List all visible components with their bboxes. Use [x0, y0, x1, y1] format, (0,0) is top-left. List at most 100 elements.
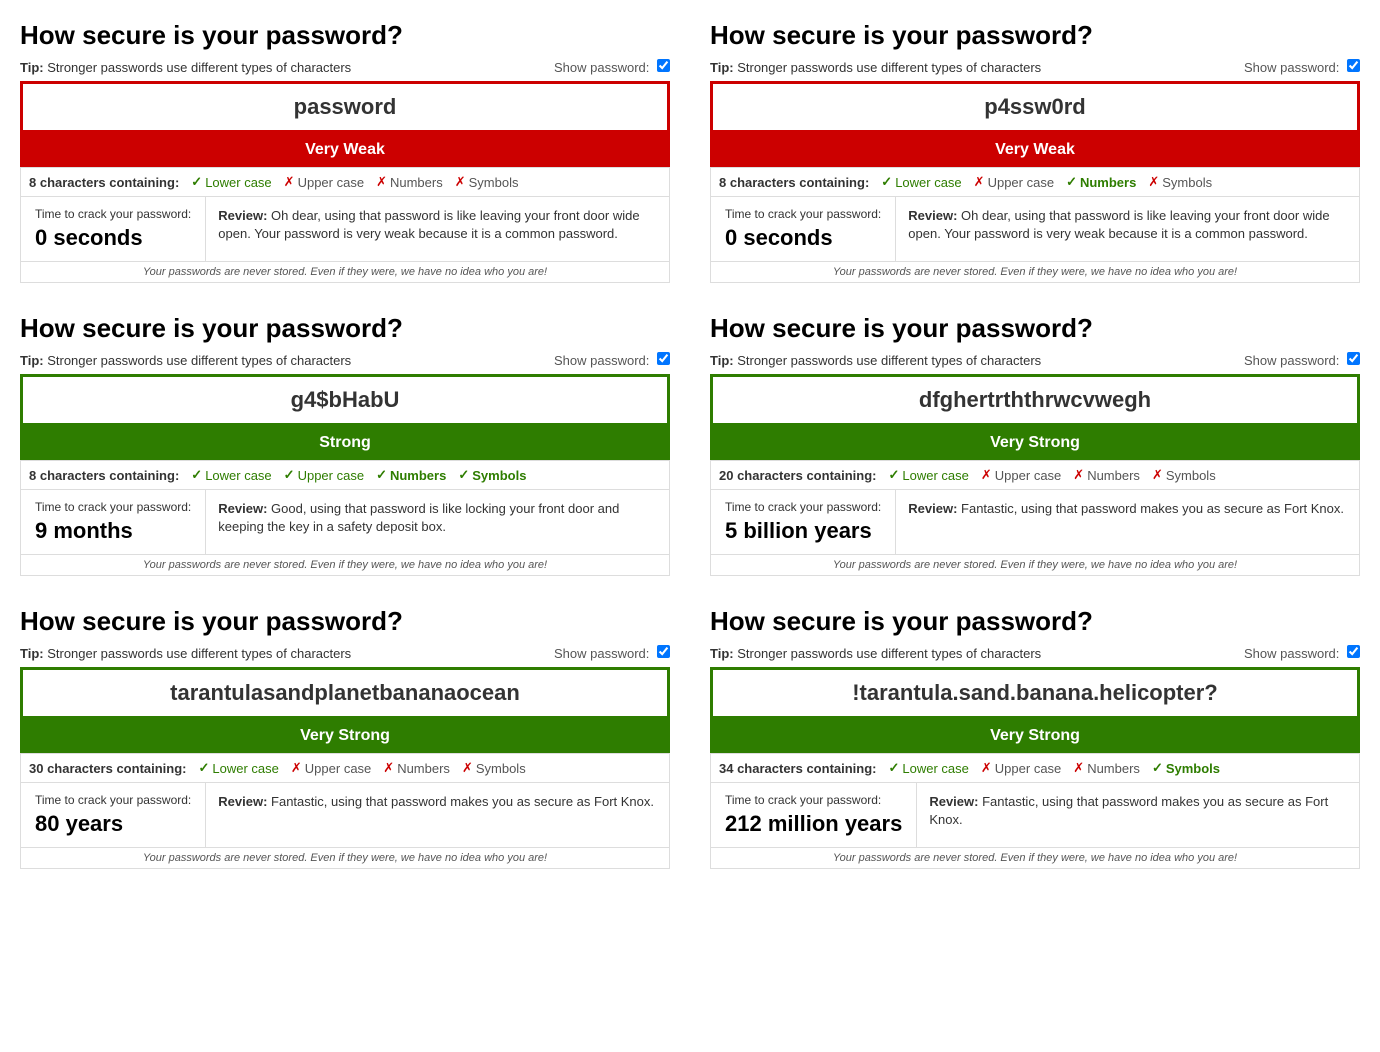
privacy-note: Your passwords are never stored. Even if… [20, 848, 670, 869]
review-section: Review: Oh dear, using that password is … [206, 197, 669, 261]
time-label: Time to crack your password: [35, 207, 191, 221]
symbols-item: ✓ Symbols [1152, 760, 1220, 776]
widget-title: How secure is your password? [20, 313, 670, 344]
chars-label: 30 characters containing: [29, 761, 187, 776]
show-password-checkbox[interactable] [1347, 352, 1360, 365]
review-section: Review: Fantastic, using that password m… [896, 490, 1356, 554]
lowercase-label: Lower case [895, 175, 961, 190]
tip-text: Tip: Stronger passwords use different ty… [20, 646, 351, 661]
time-section: Time to crack your password: 212 million… [711, 783, 917, 847]
password-input[interactable]: password [20, 81, 670, 133]
widget-w4: How secure is your password? Tip: Strong… [710, 313, 1360, 576]
privacy-note: Your passwords are never stored. Even if… [710, 262, 1360, 283]
lowercase-item: ✓ Lower case [889, 760, 969, 776]
tip-row: Tip: Stronger passwords use different ty… [20, 352, 670, 368]
show-password-checkbox[interactable] [1347, 59, 1360, 72]
lowercase-icon: ✓ [199, 760, 210, 776]
time-value: 0 seconds [35, 225, 191, 251]
uppercase-label: Upper case [298, 175, 364, 190]
show-password-label: Show password: [1244, 352, 1360, 368]
symbols-item: ✗ Symbols [1152, 467, 1216, 483]
review-prefix: Review: [218, 501, 267, 516]
time-section: Time to crack your password: 80 years [21, 783, 206, 847]
password-input[interactable]: g4$bHabU [20, 374, 670, 426]
numbers-icon: ✓ [376, 467, 387, 483]
detail-box: Time to crack your password: 0 seconds R… [710, 196, 1360, 262]
strength-bar: Very Weak [710, 133, 1360, 167]
password-input[interactable]: p4ssw0rd [710, 81, 1360, 133]
time-value: 80 years [35, 811, 191, 837]
time-value: 9 months [35, 518, 191, 544]
show-password-label: Show password: [1244, 645, 1360, 661]
time-section: Time to crack your password: 5 billion y… [711, 490, 896, 554]
symbols-icon: ✓ [458, 467, 469, 483]
chars-row: 30 characters containing: ✓ Lower case ✗… [20, 753, 670, 782]
lowercase-icon: ✓ [889, 467, 900, 483]
numbers-icon: ✗ [1073, 760, 1084, 776]
numbers-item: ✓ Numbers [1066, 174, 1136, 190]
time-label: Time to crack your password: [725, 500, 881, 514]
symbols-icon: ✓ [1152, 760, 1163, 776]
chars-row: 20 characters containing: ✓ Lower case ✗… [710, 460, 1360, 489]
review-prefix: Review: [908, 501, 957, 516]
review-prefix: Review: [218, 794, 267, 809]
tip-text: Tip: Stronger passwords use different ty… [20, 60, 351, 75]
symbols-label: Symbols [472, 468, 526, 483]
detail-box: Time to crack your password: 5 billion y… [710, 489, 1360, 555]
chars-label: 8 characters containing: [719, 175, 869, 190]
show-password-checkbox[interactable] [657, 352, 670, 365]
uppercase-label: Upper case [995, 761, 1061, 776]
detail-box: Time to crack your password: 80 years Re… [20, 782, 670, 848]
show-password-label: Show password: [554, 645, 670, 661]
lowercase-label: Lower case [205, 468, 271, 483]
show-password-checkbox[interactable] [657, 59, 670, 72]
symbols-label: Symbols [476, 761, 526, 776]
time-label: Time to crack your password: [35, 793, 191, 807]
widget-w5: How secure is your password? Tip: Strong… [20, 606, 670, 869]
symbols-item: ✗ Symbols [455, 174, 519, 190]
lowercase-icon: ✓ [191, 174, 202, 190]
tip-text: Tip: Stronger passwords use different ty… [710, 60, 1041, 75]
privacy-note: Your passwords are never stored. Even if… [710, 555, 1360, 576]
chars-row: 8 characters containing: ✓ Lower case ✗ … [20, 167, 670, 196]
chars-label: 34 characters containing: [719, 761, 877, 776]
lowercase-icon: ✓ [889, 760, 900, 776]
privacy-note: Your passwords are never stored. Even if… [20, 555, 670, 576]
uppercase-item: ✗ Upper case [974, 174, 1054, 190]
numbers-icon: ✓ [1066, 174, 1077, 190]
show-password-checkbox[interactable] [1347, 645, 1360, 658]
chars-label: 8 characters containing: [29, 468, 179, 483]
widget-title: How secure is your password? [710, 20, 1360, 51]
tip-row: Tip: Stronger passwords use different ty… [20, 59, 670, 75]
symbols-icon: ✗ [1152, 467, 1163, 483]
password-input[interactable]: dfghertrththrwcvwegh [710, 374, 1360, 426]
strength-bar: Strong [20, 426, 670, 460]
symbols-label: Symbols [1162, 175, 1212, 190]
widget-title: How secure is your password? [710, 606, 1360, 637]
time-label: Time to crack your password: [725, 793, 902, 807]
widget-w6: How secure is your password? Tip: Strong… [710, 606, 1360, 869]
symbols-label: Symbols [469, 175, 519, 190]
password-input[interactable]: tarantulasandplanetbananaocean [20, 667, 670, 719]
chars-label: 20 characters containing: [719, 468, 877, 483]
uppercase-icon: ✗ [981, 760, 992, 776]
widget-w1: How secure is your password? Tip: Strong… [20, 20, 670, 283]
numbers-label: Numbers [1087, 761, 1140, 776]
symbols-item: ✗ Symbols [1148, 174, 1212, 190]
tip-row: Tip: Stronger passwords use different ty… [20, 645, 670, 661]
symbols-item: ✓ Symbols [458, 467, 526, 483]
lowercase-item: ✓ Lower case [889, 467, 969, 483]
uppercase-label: Upper case [995, 468, 1061, 483]
show-password-checkbox[interactable] [657, 645, 670, 658]
tip-text: Tip: Stronger passwords use different ty… [710, 646, 1041, 661]
review-prefix: Review: [908, 208, 957, 223]
numbers-label: Numbers [1080, 175, 1136, 190]
password-input[interactable]: !tarantula.sand.banana.helicopter? [710, 667, 1360, 719]
numbers-label: Numbers [390, 468, 446, 483]
widget-w3: How secure is your password? Tip: Strong… [20, 313, 670, 576]
widget-title: How secure is your password? [710, 313, 1360, 344]
lowercase-label: Lower case [902, 761, 968, 776]
uppercase-icon: ✗ [981, 467, 992, 483]
lowercase-item: ✓ Lower case [199, 760, 279, 776]
uppercase-label: Upper case [305, 761, 371, 776]
